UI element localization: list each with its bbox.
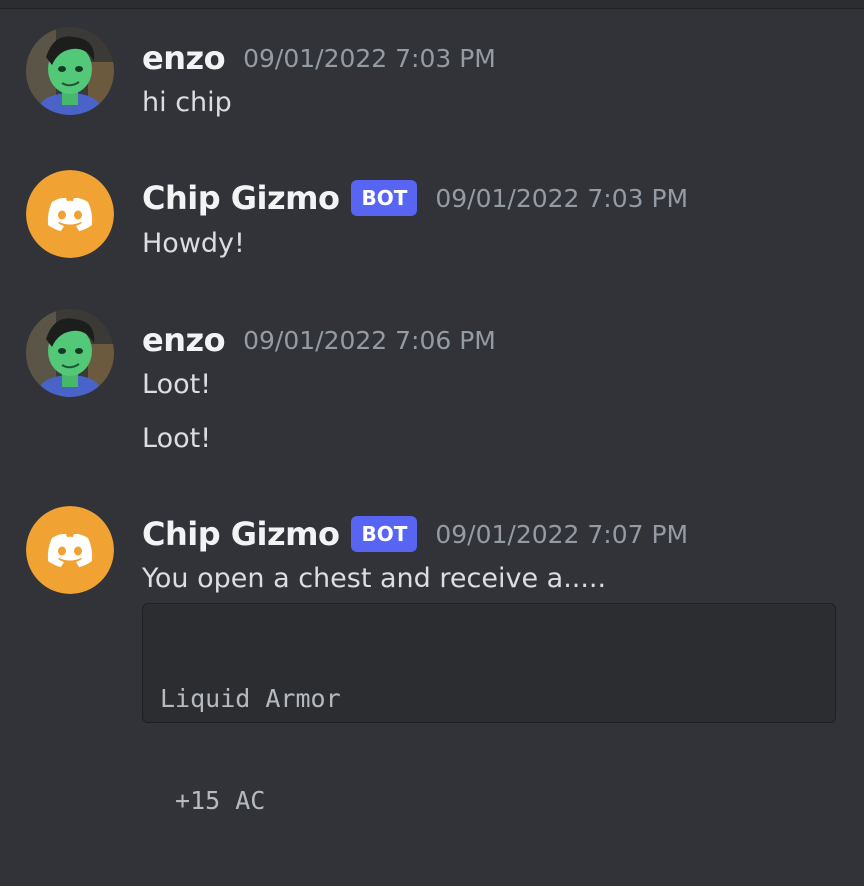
timestamp[interactable]: 09/01/2022 7:07 PM bbox=[435, 520, 688, 549]
bot-avatar[interactable] bbox=[26, 506, 114, 594]
message-header: enzo 09/01/2022 7:03 PM bbox=[142, 38, 496, 78]
message-text: hi chip bbox=[142, 87, 232, 118]
bot-badge: BOT bbox=[351, 516, 418, 552]
username[interactable]: enzo bbox=[142, 321, 226, 359]
message-text: Howdy! bbox=[142, 228, 245, 259]
message-header: Chip Gizmo BOT 09/01/2022 7:03 PM bbox=[142, 178, 688, 218]
bot-avatar[interactable] bbox=[26, 170, 114, 258]
code-line: Liquid Armor bbox=[160, 684, 341, 713]
timestamp[interactable]: 09/01/2022 7:03 PM bbox=[243, 44, 496, 73]
bot-badge: BOT bbox=[351, 180, 418, 216]
discord-logo-icon bbox=[26, 506, 114, 594]
green-character-avatar-icon bbox=[26, 309, 114, 397]
message-header: enzo 09/01/2022 7:06 PM bbox=[142, 320, 496, 360]
timestamp[interactable]: 09/01/2022 7:03 PM bbox=[435, 184, 688, 213]
message-text: Loot! bbox=[142, 369, 212, 400]
bot-username[interactable]: Chip Gizmo bbox=[142, 515, 340, 553]
code-line: +15 AC bbox=[160, 786, 266, 815]
message-list: enzo 09/01/2022 7:03 PM hi chip Chip Giz… bbox=[0, 9, 864, 815]
user-avatar[interactable] bbox=[26, 309, 114, 397]
message-text: Loot! bbox=[142, 423, 212, 454]
username[interactable]: enzo bbox=[142, 39, 226, 77]
channel-top-bar bbox=[0, 0, 864, 9]
bot-username[interactable]: Chip Gizmo bbox=[142, 179, 340, 217]
message-header: Chip Gizmo BOT 09/01/2022 7:07 PM bbox=[142, 514, 688, 554]
message-text: You open a chest and receive a..... bbox=[142, 563, 607, 594]
timestamp[interactable]: 09/01/2022 7:06 PM bbox=[243, 326, 496, 355]
code-block: Liquid Armor +15 AC bbox=[142, 603, 836, 815]
discord-logo-icon bbox=[26, 170, 114, 258]
green-character-avatar-icon bbox=[26, 27, 114, 115]
user-avatar[interactable] bbox=[26, 27, 114, 115]
